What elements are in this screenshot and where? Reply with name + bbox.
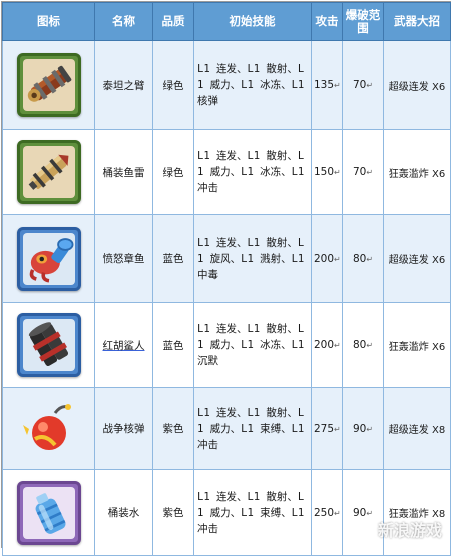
water-bottle-icon xyxy=(16,480,81,545)
weapon-attack: 150↵ xyxy=(311,129,343,215)
header-attack: 攻击 xyxy=(311,2,343,41)
header-name: 名称 xyxy=(94,2,153,41)
icon-cell xyxy=(2,40,95,130)
weapon-skills: L1 连发、L1 散射、L1 威力、L1 冰冻、L1 核弹 xyxy=(193,40,312,130)
cannon-icon xyxy=(16,53,81,117)
sina-eye-logo xyxy=(344,520,374,540)
weapon-range: 70↵ xyxy=(342,129,384,215)
weapon-range: 80↵ xyxy=(342,214,384,303)
weapon-name: 红胡鲨人 xyxy=(94,302,153,388)
header-range: 爆破范围 xyxy=(342,2,384,41)
weapon-ultimate: 超级连发 X8 xyxy=(383,387,451,470)
weapon-attack: 200↵ xyxy=(311,214,343,303)
weapon-skills: L1 连发、L1 散射、L1 威力、L1 束缚、L1 冲击 xyxy=(193,469,312,556)
header-ultimate: 武器大招 xyxy=(383,2,451,41)
weapon-quality: 蓝色 xyxy=(152,214,194,303)
weapon-range: 80↵ xyxy=(342,302,384,388)
weapon-skills: L1 连发、L1 散射、L1 威力、L1 束缚、L1 冲击 xyxy=(193,387,312,470)
weapon-range: 90↵ xyxy=(342,469,384,556)
weapon-ultimate: 超级连发 X6 xyxy=(383,214,451,303)
weapon-skills: L1 连发、L1 散射、L1 旋风、L1 溅射、L1 中毒 xyxy=(193,214,312,303)
weapon-name: 泰坦之臂 xyxy=(94,40,153,130)
weapon-quality: 紫色 xyxy=(152,469,194,556)
weapon-table-frame: 图标 名称 品质 初始技能 攻击 爆破范围 武器大招 泰坦之臂 绿色 L1 连发… xyxy=(1,1,451,556)
weapon-ultimate: 狂轰滥炸 X8 xyxy=(383,469,451,556)
weapon-quality: 绿色 xyxy=(152,129,194,215)
weapon-range: 90↵ xyxy=(342,387,384,470)
weapon-name: 桶装鱼雷 xyxy=(94,129,153,215)
table-row: 红胡鲨人 蓝色 L1 连发、L1 散射、L1 威力、L1 冰冻、L1 沉默 20… xyxy=(2,302,451,388)
icon-cell xyxy=(2,469,95,556)
weapon-ultimate: 狂轰滥炸 X6 xyxy=(383,129,451,215)
icon-cell xyxy=(2,387,95,470)
table-row: 泰坦之臂 绿色 L1 连发、L1 散射、L1 威力、L1 冰冻、L1 核弹 13… xyxy=(2,40,451,130)
weapon-attack: 275↵ xyxy=(311,387,343,470)
weapon-table: 图标 名称 品质 初始技能 攻击 爆破范围 武器大招 泰坦之臂 绿色 L1 连发… xyxy=(2,2,451,556)
table-row: 战争核弹 紫色 L1 连发、L1 散射、L1 威力、L1 束缚、L1 冲击 27… xyxy=(2,387,451,470)
header-icon: 图标 xyxy=(2,2,95,41)
torpedo-tube-icon xyxy=(16,140,81,204)
weapon-name: 战争核弹 xyxy=(94,387,153,470)
table-row: 桶装水 紫色 L1 连发、L1 散射、L1 威力、L1 束缚、L1 冲击 250… xyxy=(2,469,451,556)
weapon-quality: 绿色 xyxy=(152,40,194,130)
header-skills: 初始技能 xyxy=(193,2,312,41)
watermark-text: 新浪游戏 xyxy=(377,521,442,540)
weapon-quality: 紫色 xyxy=(152,387,194,470)
weapon-quality: 蓝色 xyxy=(152,302,194,388)
weapon-ultimate: 超级连发 X6 xyxy=(383,40,451,130)
weapon-ultimate: 狂轰滥炸 X6 xyxy=(383,302,451,388)
icon-cell xyxy=(2,214,95,303)
weapon-name: 愤怒章鱼 xyxy=(94,214,153,303)
nuke-bomb-icon xyxy=(19,399,79,459)
weapon-skills: L1 连发、L1 散射、L1 威力、L1 冰冻、L1 冲击 xyxy=(193,129,312,215)
weapon-skills: L1 连发、L1 散射、L1 威力、L1 冰冻、L1 沉默 xyxy=(193,302,312,388)
icon-cell xyxy=(2,302,95,388)
table-row: 愤怒章鱼 蓝色 L1 连发、L1 散射、L1 旋风、L1 溅射、L1 中毒 20… xyxy=(2,214,451,303)
sina-watermark: 新浪游戏 xyxy=(344,517,442,541)
table-header-row: 图标 名称 品质 初始技能 攻击 爆破范围 武器大招 xyxy=(2,2,451,41)
shark-launcher-icon xyxy=(16,313,81,377)
weapon-attack: 200↵ xyxy=(311,302,343,388)
icon-cell xyxy=(2,129,95,215)
weapon-name: 桶装水 xyxy=(94,469,153,556)
table-row: 桶装鱼雷 绿色 L1 连发、L1 散射、L1 威力、L1 冰冻、L1 冲击 15… xyxy=(2,129,451,215)
header-quality: 品质 xyxy=(152,2,194,41)
weapon-range: 70↵ xyxy=(342,40,384,130)
weapon-attack: 135↵ xyxy=(311,40,343,130)
weapon-attack: 250↵ xyxy=(311,469,343,556)
octopus-cannon-icon xyxy=(16,226,81,291)
